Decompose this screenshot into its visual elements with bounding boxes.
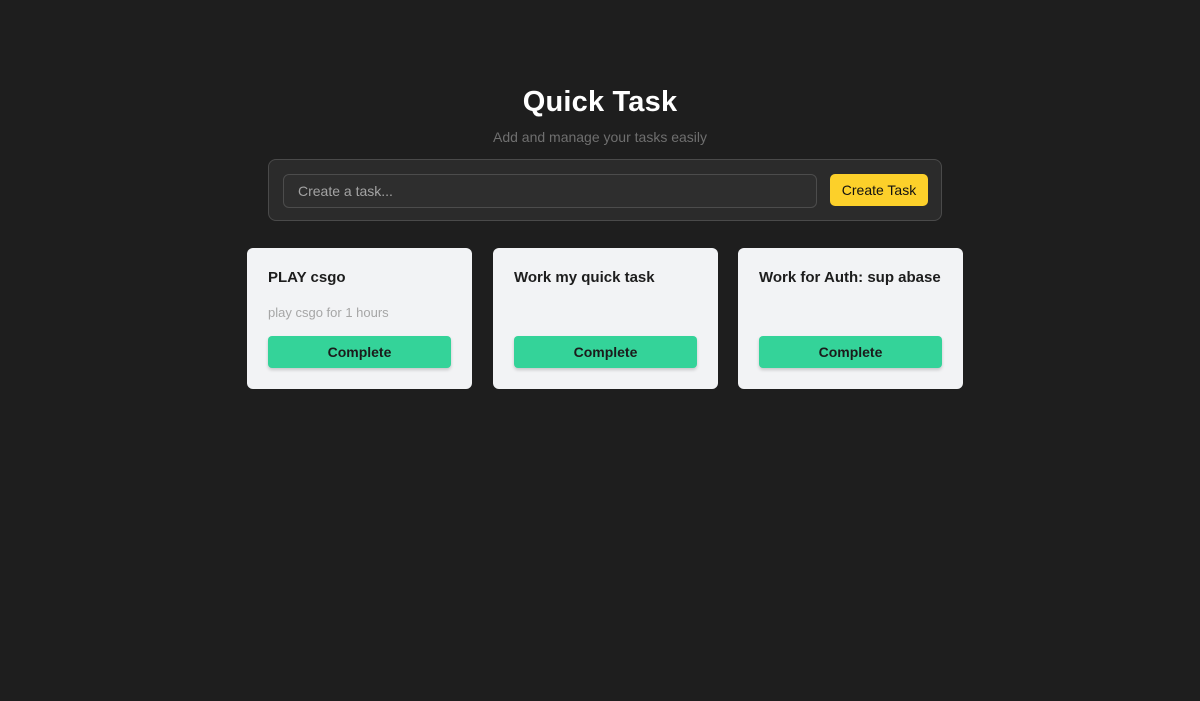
task-description: play csgo for 1 hours — [268, 305, 389, 320]
task-card: Work for Auth: sup abase Complete — [738, 248, 963, 389]
page-subtitle: Add and manage your tasks easily — [492, 129, 707, 145]
task-input[interactable] — [283, 174, 817, 208]
complete-button[interactable]: Complete — [759, 336, 942, 368]
task-card: Work my quick task Complete — [493, 248, 718, 389]
create-task-button[interactable]: Create Task — [830, 174, 928, 206]
task-title: Work for Auth: sup abase — [759, 269, 941, 286]
task-list: PLAY csgo play csgo for 1 hours Complete… — [247, 248, 964, 389]
task-title: Work my quick task — [514, 269, 655, 286]
header: Quick Task Add and manage your tasks eas… — [0, 84, 1200, 146]
create-task-bar: Create Task — [268, 159, 942, 221]
app-page: Quick Task Add and manage your tasks eas… — [0, 0, 1200, 701]
page-title: Quick Task — [522, 86, 678, 118]
complete-button[interactable]: Complete — [268, 336, 451, 368]
task-card: PLAY csgo play csgo for 1 hours Complete — [247, 248, 472, 389]
complete-button[interactable]: Complete — [514, 336, 697, 368]
task-title: PLAY csgo — [268, 269, 346, 286]
